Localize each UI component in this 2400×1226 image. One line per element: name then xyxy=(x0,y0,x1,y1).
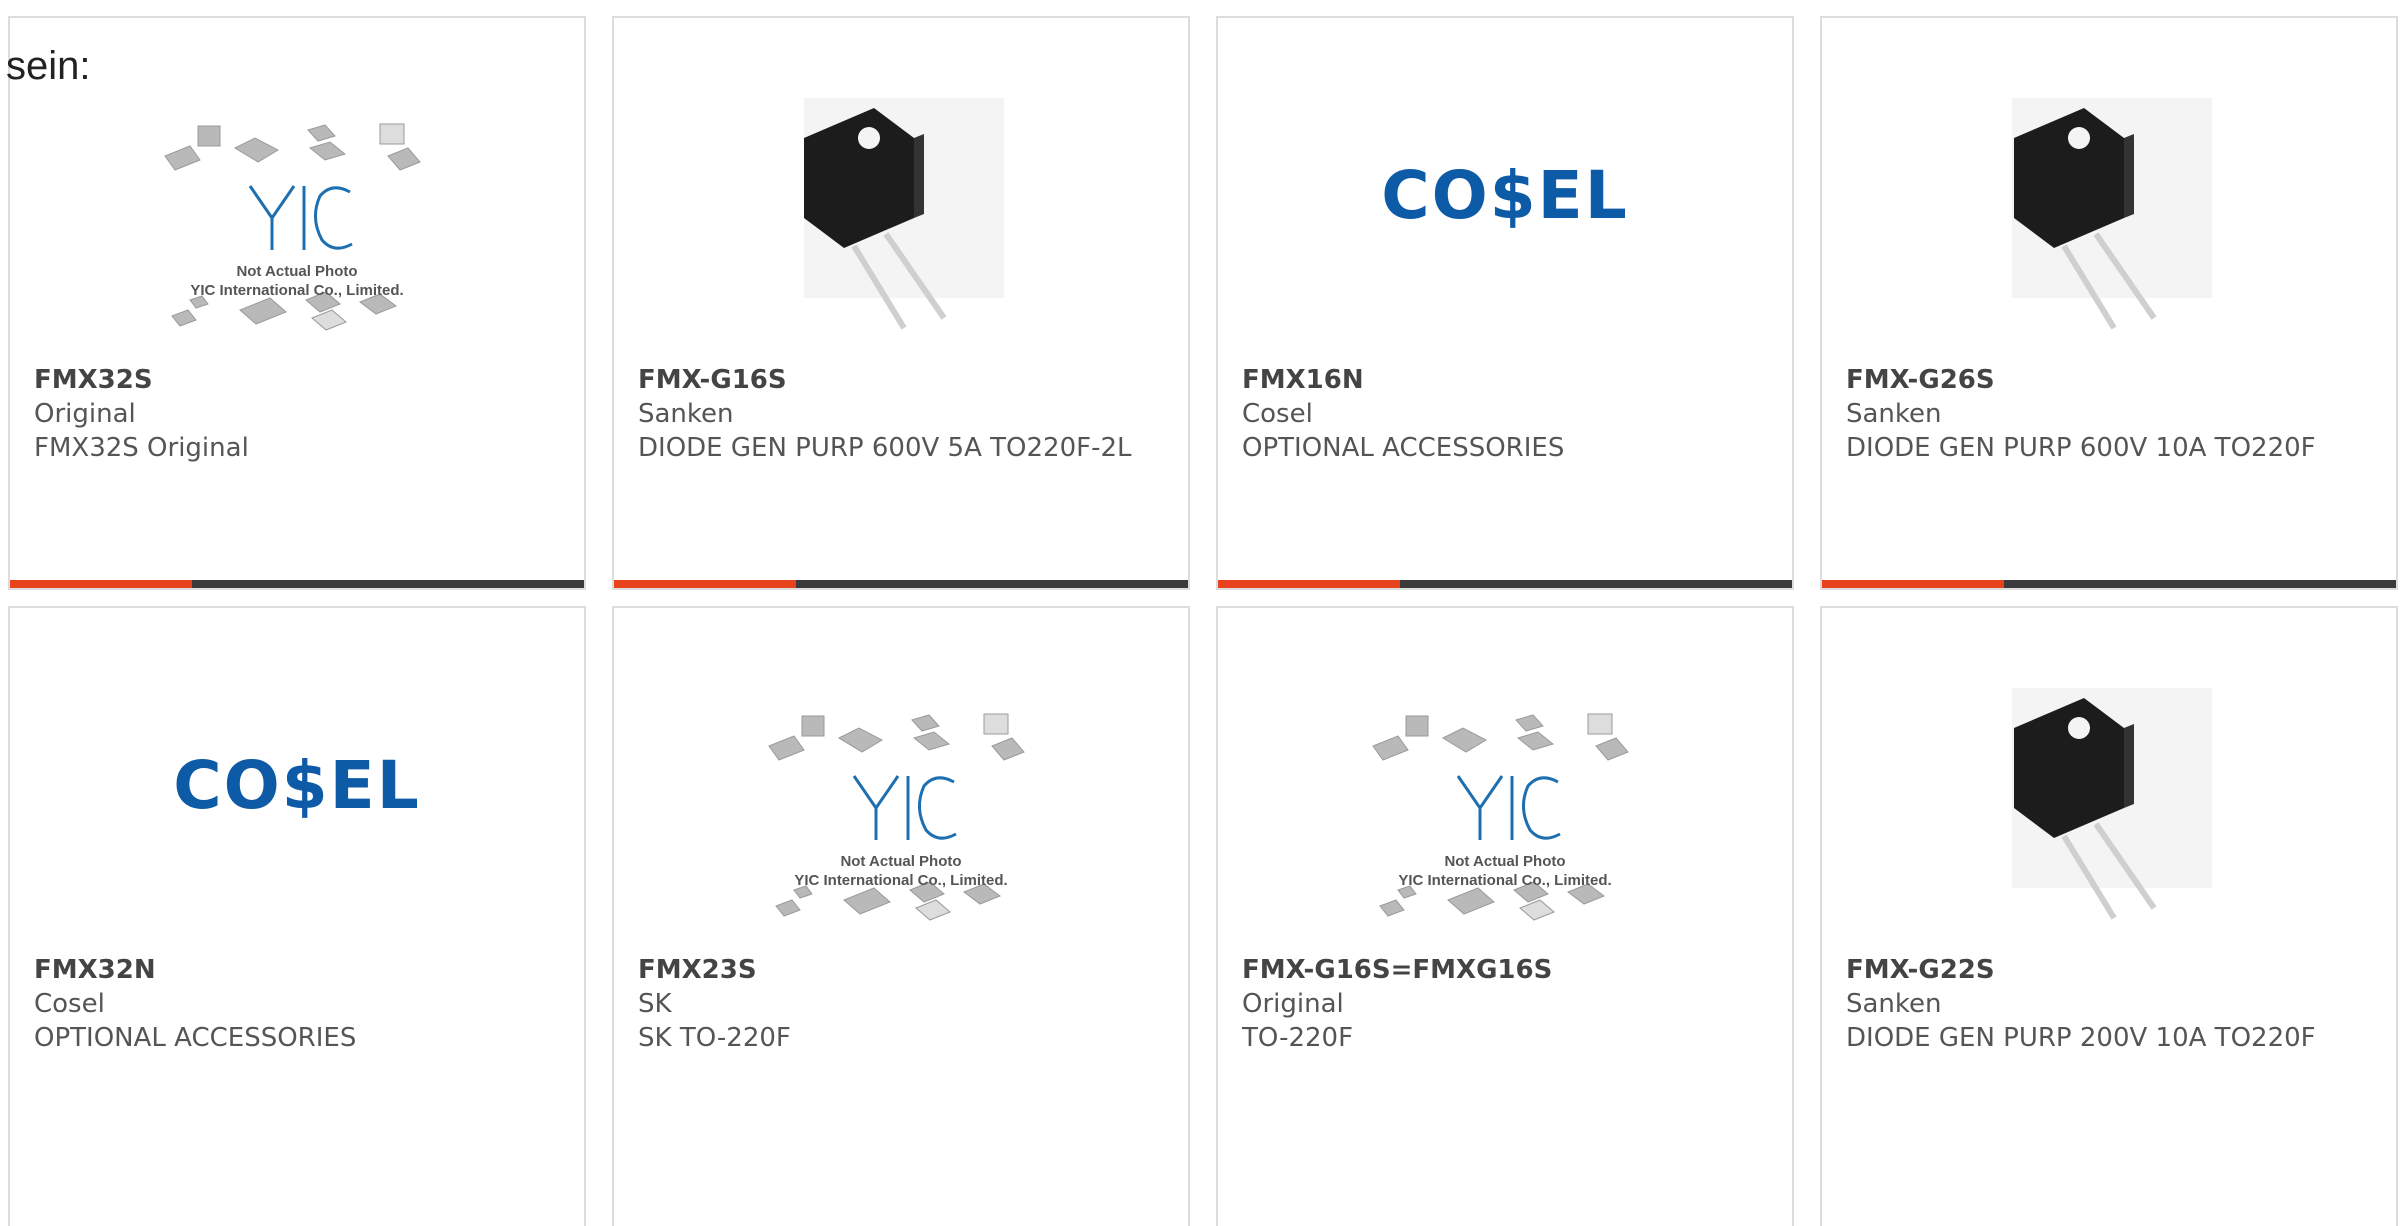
part-number[interactable]: FMX-G22S xyxy=(1846,953,2376,987)
manufacturer: Sanken xyxy=(638,399,734,429)
manufacturer: Sanken xyxy=(1846,399,1942,429)
description: DIODE GEN PURP 600V 5A TO220F-2L xyxy=(638,433,1132,463)
product-card[interactable]: CO$EL FMX16N Cosel OPTIONAL ACCESSORIES xyxy=(1216,16,1794,590)
manufacturer: Original xyxy=(34,399,136,429)
description: DIODE GEN PURP 600V 10A TO220F xyxy=(1846,433,2316,463)
manufacturer: Original xyxy=(1242,989,1344,1019)
product-image[interactable] xyxy=(1822,78,2396,358)
product-image[interactable] xyxy=(614,78,1188,358)
product-card[interactable]: FMX-G26S Sanken DIODE GEN PURP 600V 10A … xyxy=(1820,16,2398,590)
svg-text:YIC International Co., Limited: YIC International Co., Limited. xyxy=(190,282,403,299)
manufacturer: SK xyxy=(638,989,672,1019)
product-card[interactable]: FMX-G16S Sanken DIODE GEN PURP 600V 5A T… xyxy=(612,16,1190,590)
description: DIODE GEN PURP 200V 10A TO220F xyxy=(1846,1023,2316,1053)
description: FMX32S Original xyxy=(34,433,249,463)
product-card[interactable]: FMX-G22S Sanken DIODE GEN PURP 200V 10A … xyxy=(1820,606,2398,1226)
part-number[interactable]: FMX23S xyxy=(638,953,1168,987)
intro-text: sein: xyxy=(6,44,91,88)
svg-text:Not Actual Photo: Not Actual Photo xyxy=(236,263,357,280)
product-image[interactable]: Not Actual Photo YIC International Co., … xyxy=(614,668,1188,948)
product-image[interactable]: CO$EL xyxy=(10,668,584,948)
product-image[interactable] xyxy=(1822,668,2396,948)
product-card[interactable]: Not Actual Photo YIC International Co., … xyxy=(1216,606,1794,1226)
svg-text:YIC International Co., Limited: YIC International Co., Limited. xyxy=(1398,872,1611,889)
part-number[interactable]: FMX-G26S xyxy=(1846,363,2376,397)
product-card[interactable]: CO$EL FMX32N Cosel OPTIONAL ACCESSORIES xyxy=(8,606,586,1226)
part-number[interactable]: FMX-G16S=FMXG16S xyxy=(1242,953,1772,987)
svg-text:Not Actual Photo: Not Actual Photo xyxy=(840,853,961,870)
manufacturer: Cosel xyxy=(1242,399,1313,429)
product-image[interactable]: CO$EL xyxy=(1218,78,1792,358)
svg-text:CO$EL: CO$EL xyxy=(173,747,421,824)
manufacturer: Cosel xyxy=(34,989,105,1019)
svg-text:Not Actual Photo: Not Actual Photo xyxy=(1444,853,1565,870)
part-number[interactable]: FMX32N xyxy=(34,953,564,987)
manufacturer: Sanken xyxy=(1846,989,1942,1019)
description: TO-220F xyxy=(1242,1023,1354,1053)
card-bar xyxy=(614,580,1188,588)
card-bar xyxy=(10,580,584,588)
svg-text:CO$EL: CO$EL xyxy=(1381,157,1629,234)
description: OPTIONAL ACCESSORIES xyxy=(34,1023,357,1053)
product-card[interactable]: Not Actual Photo YIC International Co., … xyxy=(8,16,586,590)
card-bar xyxy=(1822,580,2396,588)
part-number[interactable]: FMX-G16S xyxy=(638,363,1168,397)
product-image[interactable]: Not Actual Photo YIC International Co., … xyxy=(10,78,584,358)
svg-text:YIC International Co., Limited: YIC International Co., Limited. xyxy=(794,872,1007,889)
card-bar xyxy=(1218,580,1792,588)
part-number[interactable]: FMX16N xyxy=(1242,363,1772,397)
product-image[interactable]: Not Actual Photo YIC International Co., … xyxy=(1218,668,1792,948)
description: OPTIONAL ACCESSORIES xyxy=(1242,433,1565,463)
product-card[interactable]: Not Actual Photo YIC International Co., … xyxy=(612,606,1190,1226)
description: SK TO-220F xyxy=(638,1023,791,1053)
part-number[interactable]: FMX32S xyxy=(34,363,564,397)
